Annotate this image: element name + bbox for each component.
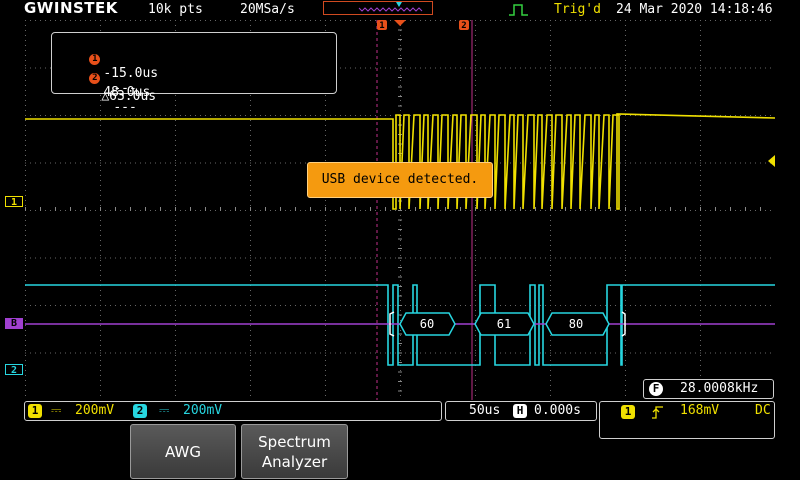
memory-overview-waveform [358, 2, 423, 12]
usb-detected-popup: USB device detected. [307, 162, 493, 198]
trigger-level-marker[interactable] [768, 155, 775, 167]
frequency-counter[interactable]: F 28.0008kHz [643, 379, 774, 399]
frequency-icon: F [649, 382, 663, 396]
memory-overview-bar[interactable] [323, 1, 433, 15]
horizontal-position-icon: H [513, 404, 527, 418]
trigger-coupling: DC [755, 403, 771, 418]
spectrum-analyzer-button[interactable]: Spectrum Analyzer [241, 424, 348, 479]
cursor-1-tag-label: 1 [379, 21, 384, 31]
bus-packet[interactable]: 80 [545, 312, 610, 336]
bus-packet-value: 61 [497, 317, 511, 331]
ch1-badge: 1 [28, 404, 42, 418]
horizontal-position: 0.000s [534, 403, 581, 418]
timebase-box[interactable]: 50us H 0.000s [445, 401, 597, 421]
trigger-position-marker[interactable] [394, 20, 406, 26]
trigger-status: Trig'd [554, 2, 601, 17]
brand-logo: GWINSTEK [24, 0, 118, 17]
ch2-dc-coupling-icon: ⎓ [159, 403, 170, 418]
rising-edge-icon [652, 406, 663, 419]
trigger-info-box[interactable]: 1 168mV DC [599, 401, 775, 439]
trigger-edge-icon [509, 4, 528, 16]
ch1-dc-coupling-icon: ⎓ [51, 403, 62, 418]
cursor-delta: △63.0us [101, 89, 157, 104]
ch1-scale: 200mV [75, 403, 115, 418]
channel-scale-bar[interactable]: 1 ⎓ 200mV 2 ⎓ 200mV [24, 401, 442, 421]
frequency-value: 28.0008kHz [680, 381, 759, 396]
top-status-bar: GWINSTEK 10k pts 20MSa/s Trig'd 24 Mar 2… [0, 0, 800, 20]
bus-packet[interactable]: 61 [474, 312, 535, 336]
record-length: 10k pts [148, 2, 203, 17]
sample-rate: 20MSa/s [240, 2, 295, 17]
ch2-scale: 200mV [183, 403, 223, 418]
bus-packet-value: 60 [420, 317, 434, 331]
ch2-badge: 2 [133, 404, 147, 418]
cursor-2-tag-label: 2 [461, 21, 466, 31]
timebase-scale: 50us [469, 403, 501, 418]
trigger-source-badge: 1 [621, 405, 635, 419]
cursor-readout[interactable]: 1 -15.0us --- 2 48.0us --- △63.0us [51, 32, 337, 115]
bus-packet[interactable]: 60 [399, 312, 456, 336]
bus-packet-value: 80 [569, 317, 583, 331]
trigger-level: 168mV [680, 403, 720, 418]
bus-marker[interactable]: B [5, 318, 23, 329]
ch1-ground-marker[interactable]: 1 [5, 196, 23, 208]
ch2-ground-marker[interactable]: 2 [5, 364, 23, 376]
awg-button[interactable]: AWG [130, 424, 236, 479]
date-time: 24 Mar 2020 14:18:46 [616, 2, 773, 17]
